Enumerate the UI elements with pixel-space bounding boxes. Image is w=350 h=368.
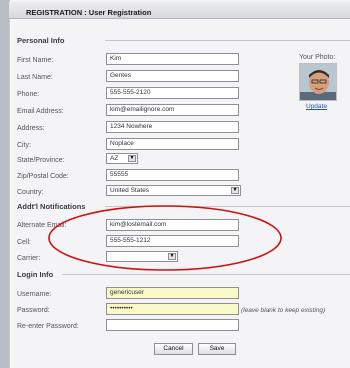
email-field[interactable]: kim@emailignore.com bbox=[106, 104, 239, 116]
country-label: Country: bbox=[17, 189, 44, 196]
first-name-label: First Name: bbox=[17, 57, 54, 64]
password-hint: (leave blank to keep existing) bbox=[241, 307, 326, 314]
reenter-password-label: Re-enter Password: bbox=[17, 323, 79, 330]
user-photo bbox=[299, 63, 337, 101]
country-select-value: United States bbox=[110, 187, 150, 194]
state-select[interactable]: AZ ▼ bbox=[106, 153, 138, 164]
password-label: Password: bbox=[17, 307, 50, 314]
last-name-field[interactable]: Gentes bbox=[106, 70, 239, 82]
section-divider bbox=[62, 274, 350, 275]
cell-field[interactable]: 555-555-1212 bbox=[106, 235, 239, 247]
alt-email-field[interactable]: kim@lostemail.com bbox=[106, 219, 239, 231]
state-label: State/Province: bbox=[17, 157, 65, 164]
save-button[interactable]: Save bbox=[198, 343, 236, 355]
country-select[interactable]: United States ▼ bbox=[106, 185, 241, 196]
chevron-down-icon: ▼ bbox=[231, 187, 239, 194]
reenter-password-field[interactable] bbox=[106, 319, 239, 331]
update-photo-link[interactable]: Update bbox=[306, 103, 327, 110]
left-margin bbox=[0, 0, 9, 368]
alt-email-label: Alternate Email: bbox=[17, 222, 67, 229]
username-label: Username: bbox=[17, 291, 52, 298]
registration-window: REGISTRATION : User Registration Persona… bbox=[0, 0, 350, 368]
chevron-down-icon: ▼ bbox=[128, 155, 136, 162]
carrier-label: Carrier: bbox=[17, 255, 41, 262]
username-field[interactable]: genericuser bbox=[106, 287, 239, 299]
address-label: Address: bbox=[17, 125, 45, 132]
city-label: City: bbox=[17, 142, 31, 149]
section-title-login-info: Login Info bbox=[17, 270, 54, 279]
cell-label: Cell: bbox=[17, 239, 32, 246]
last-name-label: Last Name: bbox=[17, 74, 53, 81]
photo-label: Your Photo: bbox=[299, 54, 336, 61]
email-label: Email Address: bbox=[17, 108, 64, 115]
first-name-field[interactable]: Kim bbox=[106, 53, 239, 65]
section-title-personal-info: Personal Info bbox=[17, 36, 65, 45]
cancel-button[interactable]: Cancel bbox=[154, 343, 193, 355]
phone-field[interactable]: 555-555-2120 bbox=[106, 87, 239, 99]
chevron-down-icon: ▼ bbox=[168, 253, 176, 260]
page-title: REGISTRATION : User Registration bbox=[26, 8, 152, 17]
avatar bbox=[300, 64, 336, 100]
title-bar: REGISTRATION : User Registration bbox=[9, 2, 350, 19]
zip-label: Zip/Postal Code: bbox=[17, 173, 69, 180]
city-field[interactable]: Noplace bbox=[106, 138, 239, 150]
state-select-value: AZ bbox=[110, 155, 119, 162]
section-divider bbox=[105, 206, 350, 207]
address-field[interactable]: 1234 Nowhere bbox=[106, 121, 239, 133]
zip-field[interactable]: 55555 bbox=[106, 169, 239, 181]
carrier-select[interactable]: ▼ bbox=[106, 251, 178, 262]
section-title-notifications: Addt'l Notifications bbox=[17, 202, 86, 211]
section-divider bbox=[105, 40, 350, 41]
password-field[interactable]: •••••••••• bbox=[106, 303, 239, 315]
phone-label: Phone: bbox=[17, 91, 40, 98]
